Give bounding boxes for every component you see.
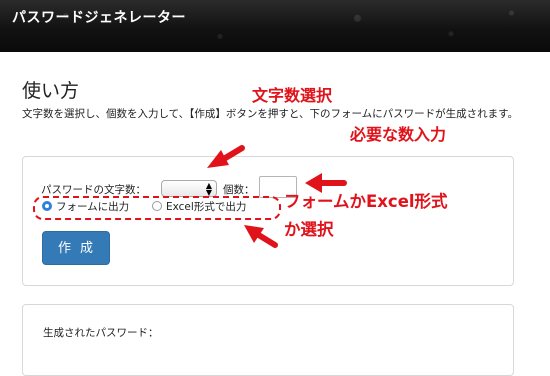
count-label: 個数： <box>223 184 255 196</box>
generated-password-label: 生成されたパスワード： <box>43 327 159 339</box>
app-header: パスワードジェネレーター <box>0 0 550 52</box>
app-title: パスワードジェネレーター <box>12 10 186 26</box>
output-panel: 生成されたパスワード： <box>22 304 514 376</box>
annotation-output-format-line1: フォームかExcel形式 <box>284 192 448 211</box>
radio-excel-output-label[interactable]: Excel形式で出力 <box>166 199 246 214</box>
length-label: パスワードの文字数： <box>41 184 146 196</box>
instructions-text: 文字数を選択し、個数を入力して、【作成】ボタンを押すと、下のフォームにパスワード… <box>22 108 519 120</box>
annotation-count-input: 必要な数入力 <box>350 125 447 144</box>
create-button[interactable]: 作成 <box>42 231 110 265</box>
select-arrows-icon: ▲ ▼ <box>205 181 212 197</box>
annotation-output-format-line2: か選択 <box>284 220 334 239</box>
output-format-row: フォームに出力 Excel形式で出力 <box>37 199 275 216</box>
length-select[interactable]: ▲ ▼ <box>161 180 217 197</box>
annotation-length-select: 文字数選択 <box>252 86 333 105</box>
radio-form-output-label[interactable]: フォームに出力 <box>56 199 129 214</box>
section-title: 使い方 <box>22 80 80 102</box>
radio-form-output[interactable] <box>42 201 52 211</box>
annotation-output-format: フォームかExcel形式 か選択 <box>284 188 448 244</box>
radio-excel-output[interactable] <box>152 201 162 211</box>
